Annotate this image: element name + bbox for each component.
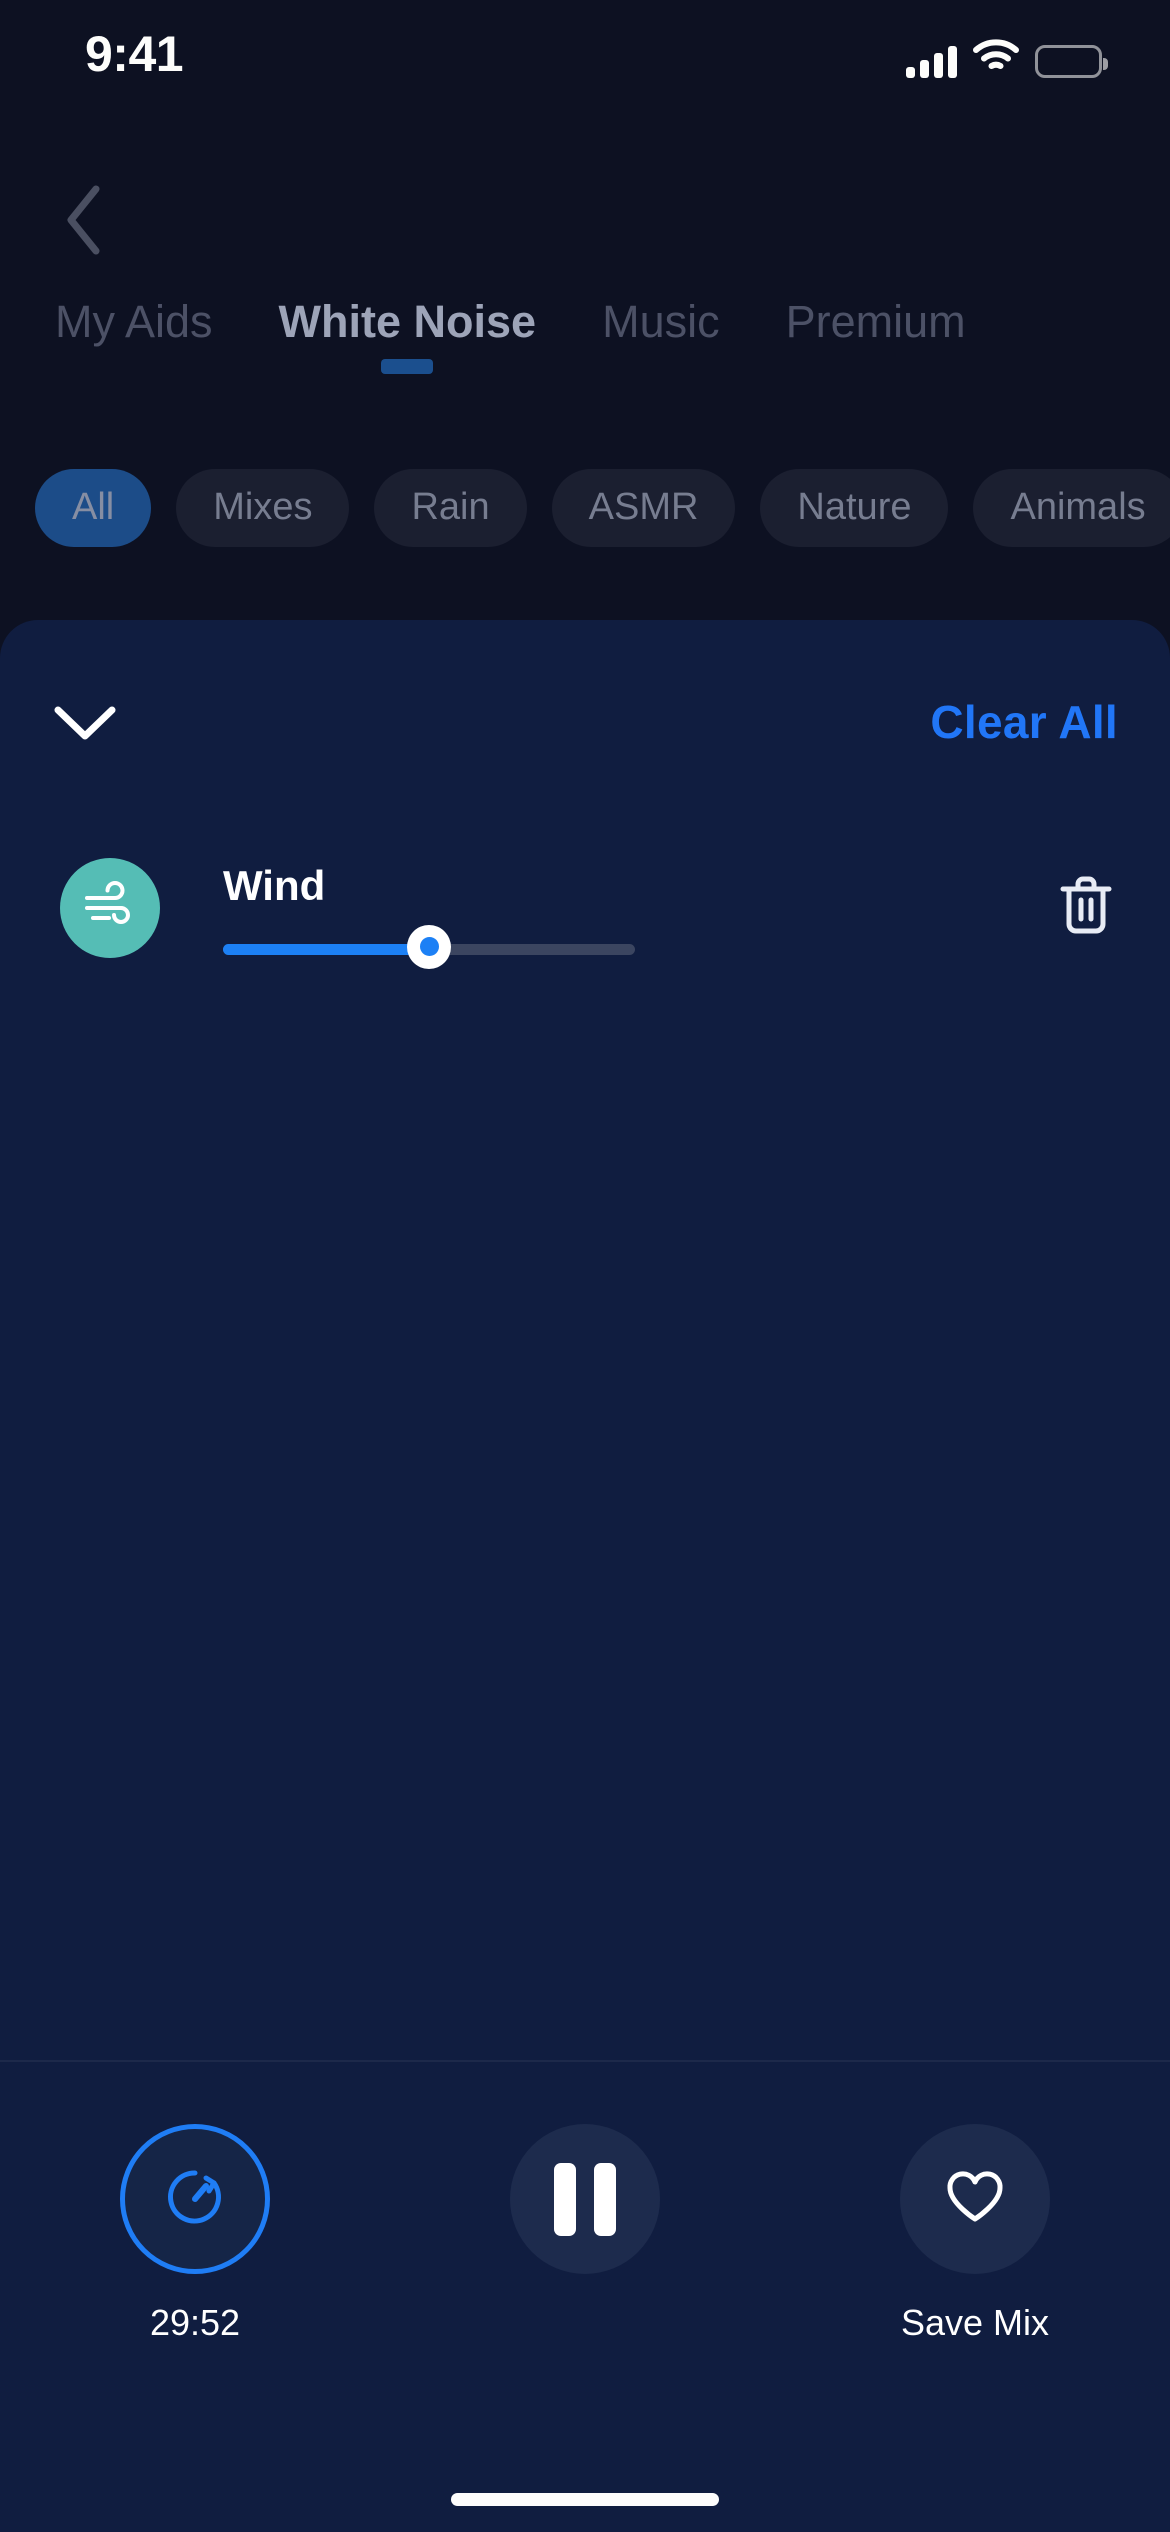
heart-icon [944,2168,1006,2231]
clear-all-button[interactable]: Clear All [930,695,1118,749]
tab-premium[interactable]: Premium [786,296,966,368]
filter-chip-asmr[interactable]: ASMR [551,468,736,547]
chevron-left-icon [60,181,106,259]
sound-list: Wind [0,820,1170,995]
mixer-panel: Clear All Wind 29:52 Save Mix [0,620,1170,2532]
status-bar: 9:41 [0,0,1170,110]
wifi-icon [973,39,1019,78]
back-button[interactable] [38,170,128,270]
timer-label: 29:52 [149,2302,241,2343]
status-icons [906,38,1108,78]
volume-slider[interactable] [223,924,635,969]
sound-avatar[interactable] [60,857,160,958]
trash-icon [1058,874,1114,941]
filter-chip-animals[interactable]: Animals [973,468,1170,547]
tab-music[interactable]: Music [602,296,720,368]
battery-full-icon [1035,45,1108,78]
mixer-panel-header: Clear All [0,620,1170,820]
filter-chip-all[interactable]: All [35,468,152,547]
delete-sound-button[interactable] [1040,862,1132,954]
pause-icon [554,2162,616,2236]
app-screen: My Aids White Noise Music Premium All Mi… [0,0,1170,2532]
collapse-panel-button[interactable] [30,680,140,770]
save-mix-control[interactable]: Save Mix [825,2124,1125,2344]
timer-icon [162,2164,228,2235]
tab-my-aids[interactable]: My Aids [55,296,213,368]
wind-icon [81,876,139,939]
slider-fill [223,943,429,955]
filter-chip-row: All Mixes Rain ASMR Nature Animals [0,455,1170,560]
save-mix-label: Save Mix [900,2302,1050,2343]
timer-button[interactable] [120,2124,270,2274]
save-mix-button[interactable] [900,2124,1050,2274]
sound-name: Wind [223,861,326,909]
chevron-down-icon [52,702,118,749]
slider-thumb[interactable] [407,924,451,969]
play-pause-control[interactable] [435,2124,735,2302]
filter-chip-rain[interactable]: Rain [374,468,527,547]
play-pause-button[interactable] [510,2124,660,2274]
sound-body: Wind [223,858,1000,969]
tab-strip: My Aids White Noise Music Premium [0,296,1170,406]
timer-control[interactable]: 29:52 [45,2124,345,2344]
sound-row-wind: Wind [0,820,1170,995]
playback-bar: 29:52 Save Mix [0,2060,1170,2442]
filter-chip-mixes[interactable]: Mixes [176,468,350,547]
filter-chip-nature[interactable]: Nature [760,468,949,547]
signal-bars-icon [906,46,957,78]
tab-white-noise[interactable]: White Noise [279,296,537,368]
status-time: 9:41 [85,26,184,82]
home-indicator[interactable] [451,2493,719,2506]
